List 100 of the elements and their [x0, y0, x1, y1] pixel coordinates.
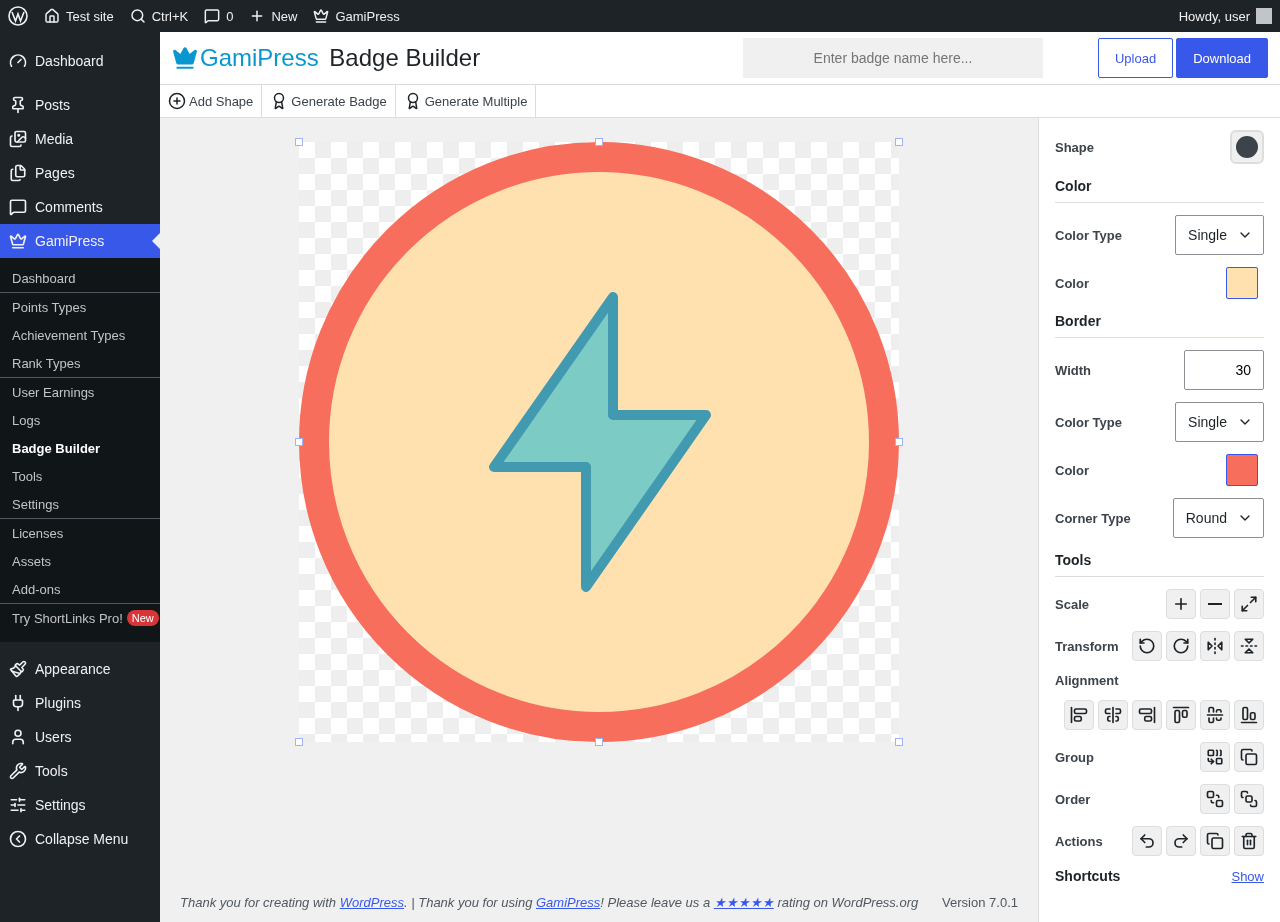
select-dropdown[interactable]: Single: [1175, 402, 1264, 442]
submenu-item[interactable]: Achievement Types: [0, 321, 160, 349]
tool-button[interactable]: [1234, 826, 1264, 856]
menu-item[interactable]: Tools: [0, 754, 160, 788]
menu-item[interactable]: Dashboard: [0, 44, 160, 78]
submenu-item[interactable]: Assets: [0, 547, 160, 575]
resize-handle[interactable]: [595, 738, 603, 746]
tool-button[interactable]: [1200, 826, 1230, 856]
section-heading: Shortcuts: [1055, 868, 1121, 884]
resize-handle[interactable]: [595, 138, 603, 146]
menu-item[interactable]: Comments: [0, 190, 160, 224]
submenu-item[interactable]: Try ShortLinks Pro! New: [0, 604, 160, 632]
submenu-item[interactable]: Points Types: [0, 293, 160, 321]
search-icon: [129, 8, 146, 24]
tool-button[interactable]: [1166, 589, 1196, 619]
menu-item[interactable]: Plugins: [0, 686, 160, 720]
footer-link[interactable]: ★★★★★: [713, 895, 774, 910]
admin-bar-item[interactable]: Ctrl+K: [129, 8, 189, 24]
tool-button[interactable]: [1234, 784, 1264, 814]
submenu-item[interactable]: Rank Types: [0, 349, 160, 377]
minus-icon: [1208, 603, 1222, 605]
menu-item[interactable]: Appearance: [0, 652, 160, 686]
plus-icon: [1172, 595, 1190, 613]
menu-item[interactable]: Collapse Menu: [0, 822, 160, 856]
tool-button[interactable]: [1166, 700, 1196, 730]
tool-button[interactable]: [1132, 631, 1162, 661]
field-label: Shape: [1055, 139, 1094, 155]
align-right-icon: [1138, 706, 1156, 724]
color-swatch[interactable]: [1226, 454, 1258, 486]
select-dropdown[interactable]: Round: [1172, 498, 1264, 538]
field-label: Color: [1055, 462, 1089, 478]
field-label: Width: [1055, 362, 1091, 378]
resize-handle[interactable]: [895, 438, 903, 446]
field-label: Corner Type: [1055, 510, 1131, 526]
wordpress-logo-icon[interactable]: [8, 6, 28, 26]
submenu-item[interactable]: Licenses: [0, 519, 160, 547]
tool-button[interactable]: [1200, 784, 1230, 814]
resize-handle[interactable]: [895, 738, 903, 746]
tool-button[interactable]: [1132, 700, 1162, 730]
resize-handle[interactable]: [295, 738, 303, 746]
tool-button[interactable]: [1200, 589, 1230, 619]
footer-link[interactable]: WordPress: [339, 895, 404, 910]
greeting[interactable]: Howdy, user: [1178, 8, 1250, 24]
submenu-item[interactable]: Badge Builder: [0, 434, 160, 462]
menu-item[interactable]: Users: [0, 720, 160, 754]
width-field[interactable]: 30: [1184, 350, 1264, 390]
tool-button[interactable]: [1234, 589, 1264, 619]
home-icon: [44, 8, 60, 24]
section-heading: Color: [1055, 178, 1264, 203]
submenu-item[interactable]: Dashboard: [0, 264, 160, 292]
expand-icon: [1240, 595, 1258, 613]
resize-handle[interactable]: [895, 138, 903, 146]
footer-link[interactable]: GamiPress: [536, 895, 601, 910]
badge-name-field[interactable]: Enter badge name here...: [742, 38, 1043, 78]
circle-shape-icon: [1236, 136, 1258, 158]
tool-button[interactable]: [1132, 826, 1162, 856]
resize-handle[interactable]: [295, 138, 303, 146]
show-link[interactable]: Show: [1231, 868, 1264, 884]
submenu-item[interactable]: Add-ons: [0, 575, 160, 603]
bring-front-icon: [1240, 790, 1258, 808]
upload-button[interactable]: Upload: [1097, 38, 1174, 78]
menu-item[interactable]: Settings: [0, 788, 160, 822]
color-swatch[interactable]: [1226, 267, 1258, 299]
tool-button[interactable]: [1200, 700, 1230, 730]
select-dropdown[interactable]: Single: [1175, 215, 1264, 255]
version-text: Version 7.0.1: [942, 895, 1018, 910]
submenu-item[interactable]: Settings: [0, 490, 160, 518]
lightning-bolt[interactable]: [489, 292, 711, 592]
page-title: Badge Builder: [329, 44, 481, 72]
new-badge: New: [126, 610, 159, 626]
tool-button[interactable]: [1098, 700, 1128, 730]
field-label: Actions: [1055, 833, 1103, 849]
trash-icon: [1240, 832, 1258, 850]
tool-button[interactable]: [1234, 742, 1264, 772]
tool-button[interactable]: [1064, 700, 1094, 730]
shape-picker[interactable]: [1230, 130, 1264, 164]
tool-button[interactable]: [1200, 742, 1230, 772]
admin-bar-item[interactable]: New: [249, 8, 298, 24]
admin-bar-item[interactable]: Test site: [44, 8, 114, 24]
tool-button[interactable]: [1166, 631, 1196, 661]
tool-button[interactable]: [1234, 631, 1264, 661]
download-button[interactable]: Download: [1176, 38, 1268, 78]
sliders-icon: [9, 796, 27, 814]
admin-bar-item[interactable]: GamiPress: [313, 8, 400, 24]
field-label: Order: [1055, 791, 1091, 807]
tool-button[interactable]: [1234, 700, 1264, 730]
submenu-item[interactable]: Tools: [0, 462, 160, 490]
admin-bar-item[interactable]: 0: [204, 8, 234, 24]
resize-handle[interactable]: [295, 438, 303, 446]
submenu-item[interactable]: Logs: [0, 406, 160, 434]
align-bottom-icon: [1240, 706, 1258, 724]
submenu-item[interactable]: User Earnings: [0, 378, 160, 406]
menu-item[interactable]: Media: [0, 122, 160, 156]
add-icon: [168, 92, 186, 110]
menu-item[interactable]: Pages: [0, 156, 160, 190]
tool-button[interactable]: [1200, 631, 1230, 661]
tool-button[interactable]: [1166, 826, 1196, 856]
menu-item[interactable]: Posts: [0, 88, 160, 122]
align-middle-icon: [1206, 706, 1224, 724]
menu-item[interactable]: GamiPress: [0, 224, 160, 258]
